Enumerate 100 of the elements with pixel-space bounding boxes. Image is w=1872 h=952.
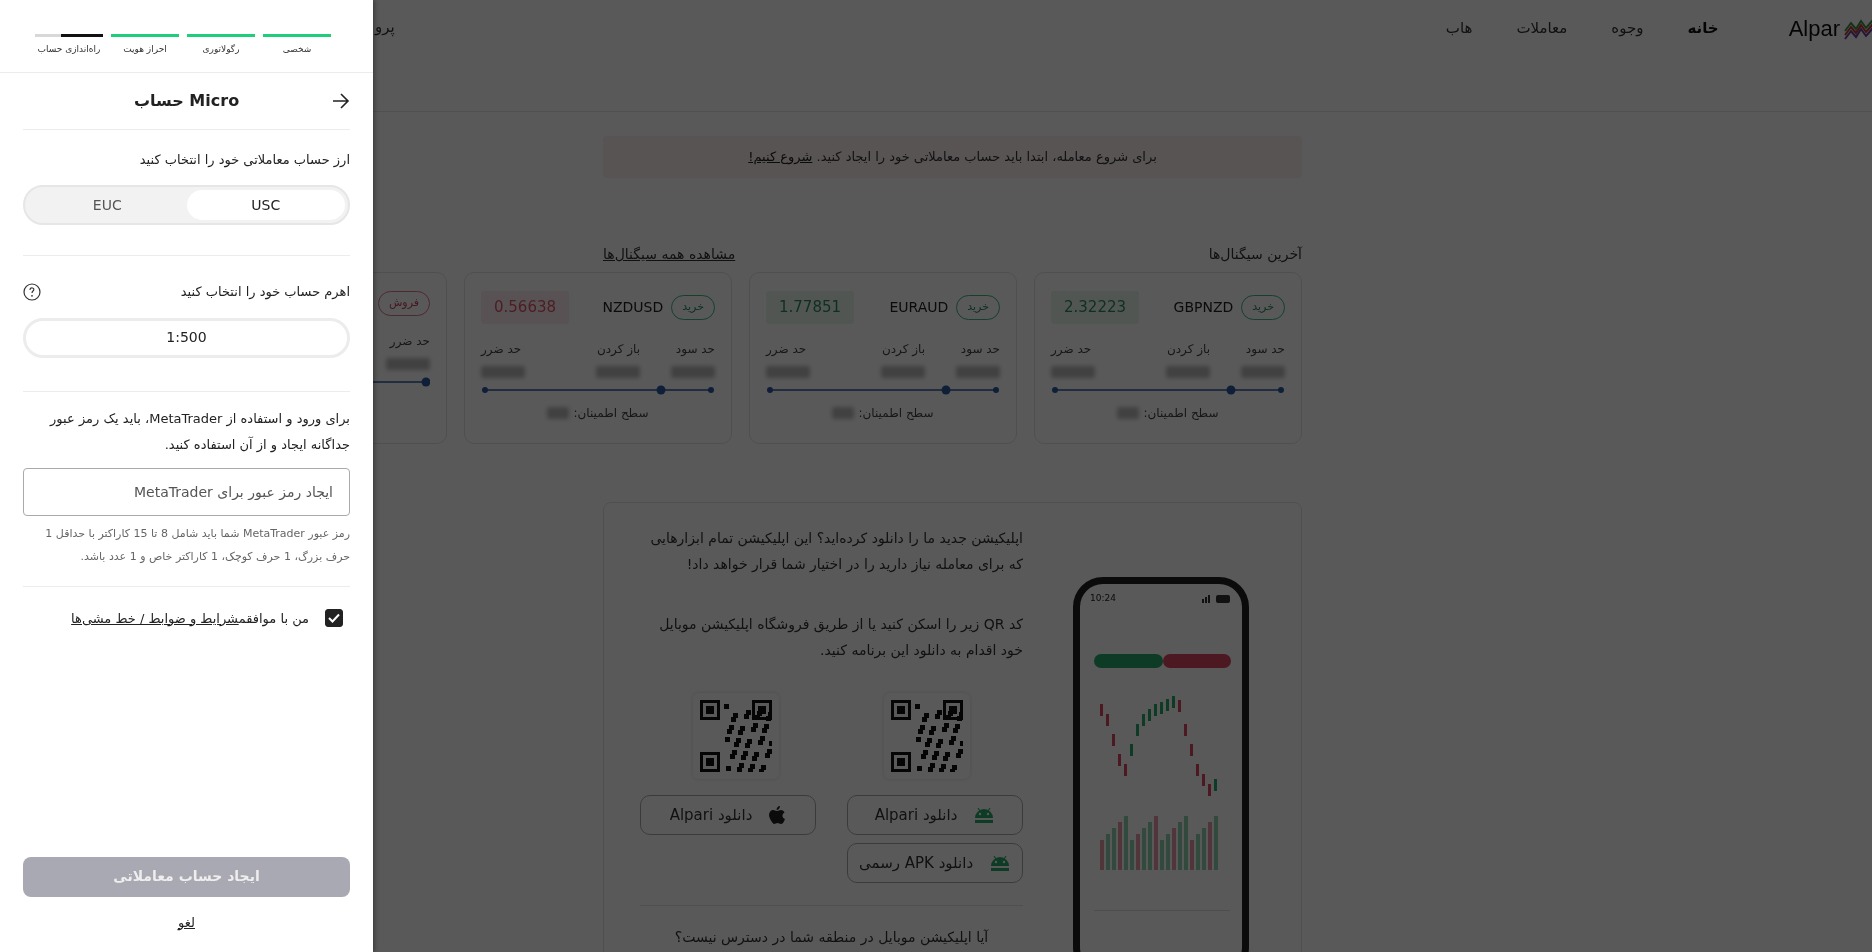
- leverage-select[interactable]: 1:500: [23, 317, 350, 358]
- nav-link[interactable]: معاملات: [1494, 17, 1590, 40]
- drawer-title: Micro حساب: [132, 89, 241, 112]
- candle: [1190, 743, 1193, 756]
- candle: [1118, 753, 1121, 766]
- nav-link[interactable]: هاب: [1423, 17, 1495, 40]
- candle: [1130, 743, 1133, 756]
- field-label: اهرم حساب خود را انتخاب کنید: [180, 283, 350, 302]
- terms-text: من با موافقمشرایط و ضوابط / خط مشی‌ها: [71, 609, 309, 628]
- candle: [1160, 701, 1163, 714]
- volume-bar: [1100, 839, 1104, 870]
- nav-link[interactable]: پرو: [375, 16, 395, 39]
- step-label: راه‌اندازی حساب: [36, 43, 102, 56]
- candle: [1172, 695, 1175, 708]
- field-label: ارز حساب معاملاتی خود را انتخاب کنید: [138, 150, 350, 169]
- step-bar: [263, 34, 331, 37]
- apple-icon: [768, 805, 787, 825]
- terms-link[interactable]: شرایط و ضوابط / خط مشی‌ها: [71, 610, 239, 626]
- candle: [1100, 703, 1103, 716]
- level-label: باز کردن: [1166, 340, 1211, 358]
- currency-option[interactable]: EUC: [28, 190, 187, 220]
- android-icon: [989, 854, 1012, 872]
- step-label: شخصی: [281, 43, 313, 56]
- download-button[interactable]: دانلود Alpari: [640, 795, 816, 835]
- confidence-label: سطح اطمینان:: [858, 404, 934, 422]
- password-hint: رمز عبور MetaTrader شما باید شامل 8 تا 15 کاراکتر با حداقل 1 حرف بزرگ، 1 حرف کوچک، 1 کاراکتر خاص و 1 عدد باشد.: [44, 525, 350, 565]
- candle: [1154, 703, 1157, 716]
- candle: [1196, 763, 1199, 776]
- android-icon: [973, 806, 996, 824]
- nav-link[interactable]: خانه: [1665, 17, 1741, 40]
- candle: [1178, 699, 1181, 712]
- view-all-link[interactable]: مشاهده همه سیگنال‌ها: [603, 244, 736, 264]
- confidence-label: سطح اطمینان:: [573, 404, 649, 422]
- blurred-value: [832, 406, 855, 419]
- level-label: باز کردن: [881, 340, 926, 358]
- help-icon: [23, 282, 41, 301]
- volume-bar: [1142, 827, 1146, 870]
- candle: [1136, 723, 1139, 736]
- volume-bar: [1136, 833, 1140, 870]
- download-button[interactable]: دانلود APK رسمی: [847, 843, 1023, 883]
- back-button[interactable]: [332, 92, 350, 109]
- step-label: رگولاتوری: [201, 43, 241, 56]
- step-bar: [111, 34, 179, 37]
- candle: [1112, 733, 1115, 746]
- candle: [1214, 778, 1217, 791]
- candle: [1142, 713, 1145, 726]
- download-button[interactable]: دانلود Alpari: [847, 795, 1023, 835]
- level-label: حد ضرر: [766, 340, 807, 358]
- candle: [1208, 783, 1211, 796]
- volume-bar: [1148, 821, 1152, 870]
- sell-bar: [1094, 653, 1163, 668]
- price-value: 2.32223: [1051, 291, 1140, 324]
- buy-bar: [1163, 653, 1231, 668]
- blurred-value: [547, 406, 570, 419]
- nav-link[interactable]: وجوه: [1589, 17, 1666, 40]
- volume-bar: [1172, 827, 1176, 870]
- volume-bar: [1118, 821, 1122, 870]
- volume-bar: [1190, 839, 1194, 870]
- password-field[interactable]: ایجاد رمز عبور برای MetaTrader: [23, 467, 350, 516]
- level-label: حد ضرر: [389, 332, 430, 350]
- alert-message: برای شروع معامله، ابتدا باید حساب معاملاتی خود را ایجاد کنید. شروع کنیم!: [748, 148, 1157, 167]
- volume-bar: [1124, 815, 1128, 870]
- currency-option[interactable]: USC: [186, 190, 345, 220]
- candle: [1124, 763, 1127, 776]
- logo-text: Alpar: [1788, 15, 1840, 43]
- level-label: حد ضرر: [1051, 340, 1092, 358]
- blurred-value: [1117, 406, 1140, 419]
- volume-bar: [1208, 821, 1212, 870]
- checkbox[interactable]: [325, 609, 343, 628]
- cancel-link[interactable]: لغو: [178, 912, 195, 932]
- qr-instructions: کد QR زیر را اسکن کنید یا از طریق فروشگاه اپلیکیشن موبایل خود اقدام به دانلود این برنامه کنید.: [658, 615, 1023, 661]
- candle: [1148, 708, 1151, 721]
- volume-bar: [1214, 815, 1218, 870]
- level-label: باز کردن: [596, 340, 641, 358]
- volume-bar: [1184, 815, 1188, 870]
- confidence-label: سطح اطمینان:: [1143, 404, 1219, 422]
- phone-time: 10:24: [1090, 592, 1116, 605]
- candle: [1166, 698, 1169, 711]
- level-label: حد سود: [960, 340, 1000, 358]
- candle: [1184, 723, 1187, 736]
- password-info: برای ورود و استفاده از MetaTrader، باید یک رمز عبور جداگانه ایجاد و از آن استفاده کنید.: [48, 409, 350, 455]
- pair-name: GBPNZD: [1173, 297, 1234, 317]
- volume-bar: [1178, 821, 1182, 870]
- candle: [1106, 713, 1109, 726]
- step-bar: [187, 34, 255, 37]
- status-icon: [1202, 594, 1232, 603]
- volume-bar: [1160, 839, 1164, 870]
- section-title: آخرین سیگنال‌ها: [1208, 245, 1302, 264]
- volume-bar: [1196, 833, 1200, 870]
- arrow-icon: [332, 92, 350, 109]
- level-label: حد سود: [1245, 340, 1285, 358]
- app-description: اپلیکیشن جدید ما را دانلود کرده‌اید؟ این اپلیکیشن تمام ابزارهایی که برای معامله نیاز دارید را در اختیار شما قرار خواهد داد!: [649, 529, 1023, 575]
- volume-bar: [1112, 827, 1116, 870]
- level-label: حد سود: [675, 340, 715, 358]
- volume-bar: [1166, 833, 1170, 870]
- candle: [1202, 773, 1205, 786]
- volume-bar: [1154, 815, 1158, 870]
- start-link[interactable]: شروع کنیم!: [748, 149, 813, 165]
- pair-name: EURAUD: [889, 297, 949, 317]
- level-label: حد ضرر: [481, 340, 522, 358]
